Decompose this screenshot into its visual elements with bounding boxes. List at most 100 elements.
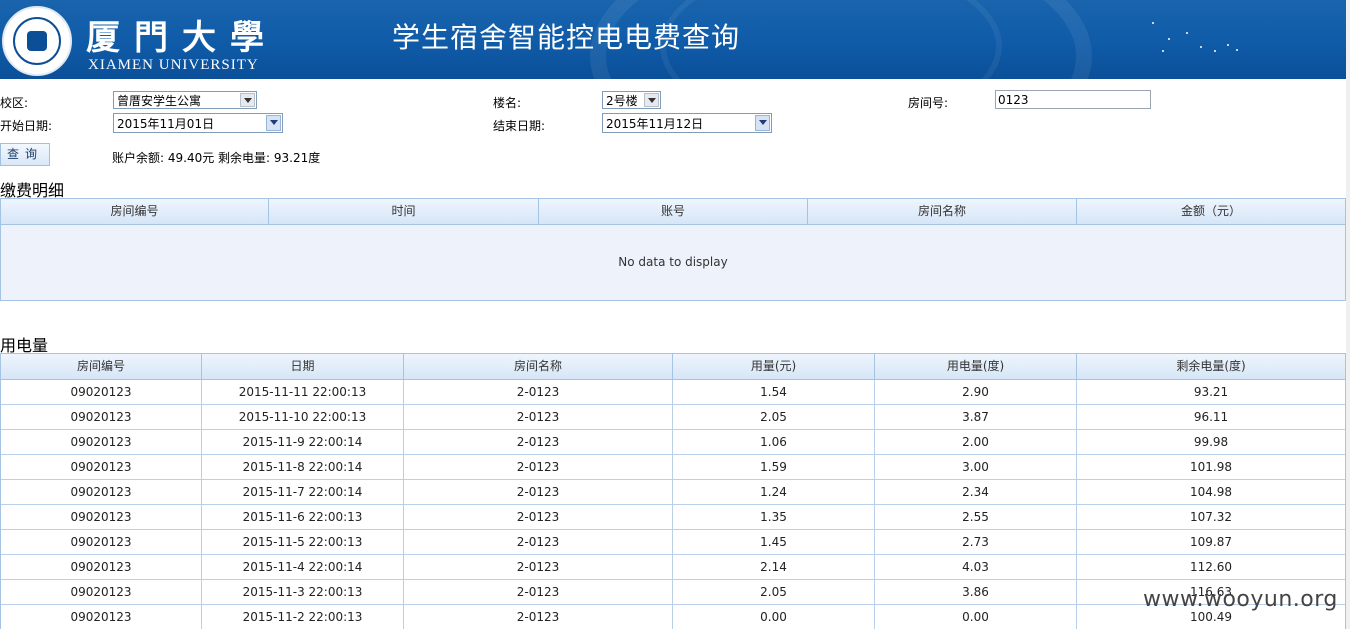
table-cell: 2-0123 <box>404 380 673 404</box>
query-button[interactable]: 查询 <box>0 143 50 166</box>
table-cell: 107.32 <box>1190 510 1232 524</box>
table-cell: 2-0123 <box>404 555 673 579</box>
table-cell: 2.73 <box>875 530 1077 554</box>
university-name-cn: 厦門大學 <box>86 18 278 58</box>
university-name-en: XIAMEN UNIVERSITY <box>88 57 259 73</box>
table-cell: 2-0123 <box>404 405 673 429</box>
table-cell: 2.90 <box>875 380 1077 404</box>
column-header[interactable]: 用量(元) <box>673 354 875 379</box>
table-cell: 2015-11-8 22:00:14 <box>202 455 404 479</box>
table-cell: 2-0123 <box>404 605 673 629</box>
table-cell: 2015-11-3 22:00:13 <box>202 580 404 604</box>
chevron-down-icon[interactable] <box>644 93 659 107</box>
table-cell: 09020123 <box>1 405 202 429</box>
table-cell: 2.05 <box>673 405 875 429</box>
room-number-input[interactable]: 0123 <box>995 90 1151 109</box>
table-cell: 2.14 <box>673 555 875 579</box>
payment-grid-header: 房间编号 时间 账号 房间名称 金额（元） <box>1 199 1345 225</box>
calendar-dropdown-icon[interactable] <box>266 115 281 131</box>
table-row[interactable]: 09020123 2015-11-8 22:00:14 2-0123 1.59 3.00… <box>1 455 1345 480</box>
table-cell: 0.00 <box>875 605 1077 629</box>
start-date-label: 开始日期: <box>0 119 53 133</box>
table-cell: 2-0123 <box>404 430 673 454</box>
table-cell: 09020123 <box>1 580 202 604</box>
column-header[interactable]: 金额（元） <box>1077 199 1345 224</box>
column-header[interactable]: 剩余电量(度) <box>1077 354 1345 379</box>
table-cell: 4.03 <box>875 555 1077 579</box>
system-title: 学生宿舍智能控电电费查询 <box>392 21 741 54</box>
end-date-value: 2015年11月12日 <box>606 117 704 131</box>
table-row[interactable]: 09020123 2015-11-6 22:00:13 2-0123 1.35 2.55… <box>1 505 1345 530</box>
table-cell: 2-0123 <box>404 480 673 504</box>
scrollbar-track[interactable] <box>1346 0 1350 629</box>
column-header[interactable]: 账号 <box>539 199 808 224</box>
table-row[interactable]: 09020123 2015-11-5 22:00:13 2-0123 1.45 2.73… <box>1 530 1345 555</box>
campus-label: 校区: <box>0 96 29 110</box>
table-cell: 2.00 <box>875 430 1077 454</box>
end-date-picker[interactable]: 2015年11月12日 <box>602 113 772 133</box>
start-date-value: 2015年11月01日 <box>117 117 215 131</box>
column-header[interactable]: 房间名称 <box>808 199 1077 224</box>
start-date-picker[interactable]: 2015年11月01日 <box>113 113 283 133</box>
chevron-down-icon[interactable] <box>240 93 255 107</box>
column-header[interactable]: 日期 <box>202 354 404 379</box>
table-row[interactable]: 09020123 2015-11-10 22:00:13 2-0123 2.05 3.8… <box>1 405 1345 430</box>
table-cell: 2-0123 <box>404 530 673 554</box>
table-cell: 09020123 <box>1 430 202 454</box>
column-header[interactable]: 用电量(度) <box>875 354 1077 379</box>
table-cell: 3.00 <box>875 455 1077 479</box>
campus-select-value: 曾厝安学生公寓 <box>117 94 202 108</box>
table-cell: 1.06 <box>673 430 875 454</box>
table-cell: 2-0123 <box>404 455 673 479</box>
campus-select[interactable]: 曾厝安学生公寓 <box>113 91 257 109</box>
building-select[interactable]: 2号楼 <box>602 91 661 109</box>
column-header[interactable]: 房间名称 <box>404 354 673 379</box>
building-label: 楼名: <box>493 96 522 110</box>
table-cell: 1.35 <box>673 505 875 529</box>
table-cell: 101.98 <box>1190 460 1232 474</box>
usage-grid-header: 房间编号 日期 房间名称 用量(元) 用电量(度) 剩余电量(度) <box>1 354 1345 380</box>
column-header[interactable]: 时间 <box>269 199 539 224</box>
table-cell: 2015-11-10 22:00:13 <box>202 405 404 429</box>
table-cell: 3.86 <box>875 580 1077 604</box>
balance-info: 账户余额: 49.40元 剩余电量: 93.21度 <box>112 151 321 165</box>
column-header[interactable]: 房间编号 <box>1 199 269 224</box>
table-cell: 2.55 <box>875 505 1077 529</box>
table-cell: 1.54 <box>673 380 875 404</box>
table-cell: 2015-11-6 22:00:13 <box>202 505 404 529</box>
table-row[interactable]: 09020123 2015-11-7 22:00:14 2-0123 1.24 2.34… <box>1 480 1345 505</box>
watermark: www.wooyun.org <box>1143 587 1338 612</box>
table-cell: 93.21 <box>1193 385 1229 399</box>
table-cell: 109.87 <box>1190 535 1232 549</box>
table-row[interactable]: 09020123 2015-11-9 22:00:14 2-0123 1.06 2.00… <box>1 430 1345 455</box>
university-logo <box>2 6 72 76</box>
table-cell: 09020123 <box>1 455 202 479</box>
table-cell: 09020123 <box>1 480 202 504</box>
payment-grid: 房间编号 时间 账号 房间名称 金额（元） No data to display <box>0 198 1346 301</box>
room-label: 房间号: <box>908 96 949 110</box>
table-cell: 2015-11-7 22:00:14 <box>202 480 404 504</box>
end-date-label: 结束日期: <box>493 119 546 133</box>
table-cell: 1.24 <box>673 480 875 504</box>
table-row[interactable]: 09020123 2015-11-4 22:00:14 2-0123 2.14 4.03… <box>1 555 1345 580</box>
table-row[interactable]: 09020123 2015-11-11 22:00:13 2-0123 1.54 2.9… <box>1 380 1345 405</box>
table-cell: 2015-11-2 22:00:13 <box>202 605 404 629</box>
table-cell: 96.11 <box>1193 410 1229 424</box>
table-cell: 09020123 <box>1 505 202 529</box>
table-cell: 2015-11-5 22:00:13 <box>202 530 404 554</box>
building-select-value: 2号楼 <box>606 94 638 108</box>
table-cell: 09020123 <box>1 605 202 629</box>
empty-message: No data to display <box>1 225 1345 300</box>
table-cell: 1.59 <box>673 455 875 479</box>
column-header[interactable]: 房间编号 <box>1 354 202 379</box>
table-cell: 1.45 <box>673 530 875 554</box>
table-cell: 104.98 <box>1190 485 1232 499</box>
header-banner: 厦門大學 XIAMEN UNIVERSITY 学生宿舍智能控电电费查询 <box>0 0 1346 79</box>
table-cell: 09020123 <box>1 555 202 579</box>
table-cell: 2015-11-4 22:00:14 <box>202 555 404 579</box>
table-cell: 2015-11-11 22:00:13 <box>202 380 404 404</box>
table-cell: 09020123 <box>1 380 202 404</box>
calendar-dropdown-icon[interactable] <box>755 115 770 131</box>
table-cell: 0.00 <box>673 605 875 629</box>
table-cell: 2-0123 <box>404 505 673 529</box>
